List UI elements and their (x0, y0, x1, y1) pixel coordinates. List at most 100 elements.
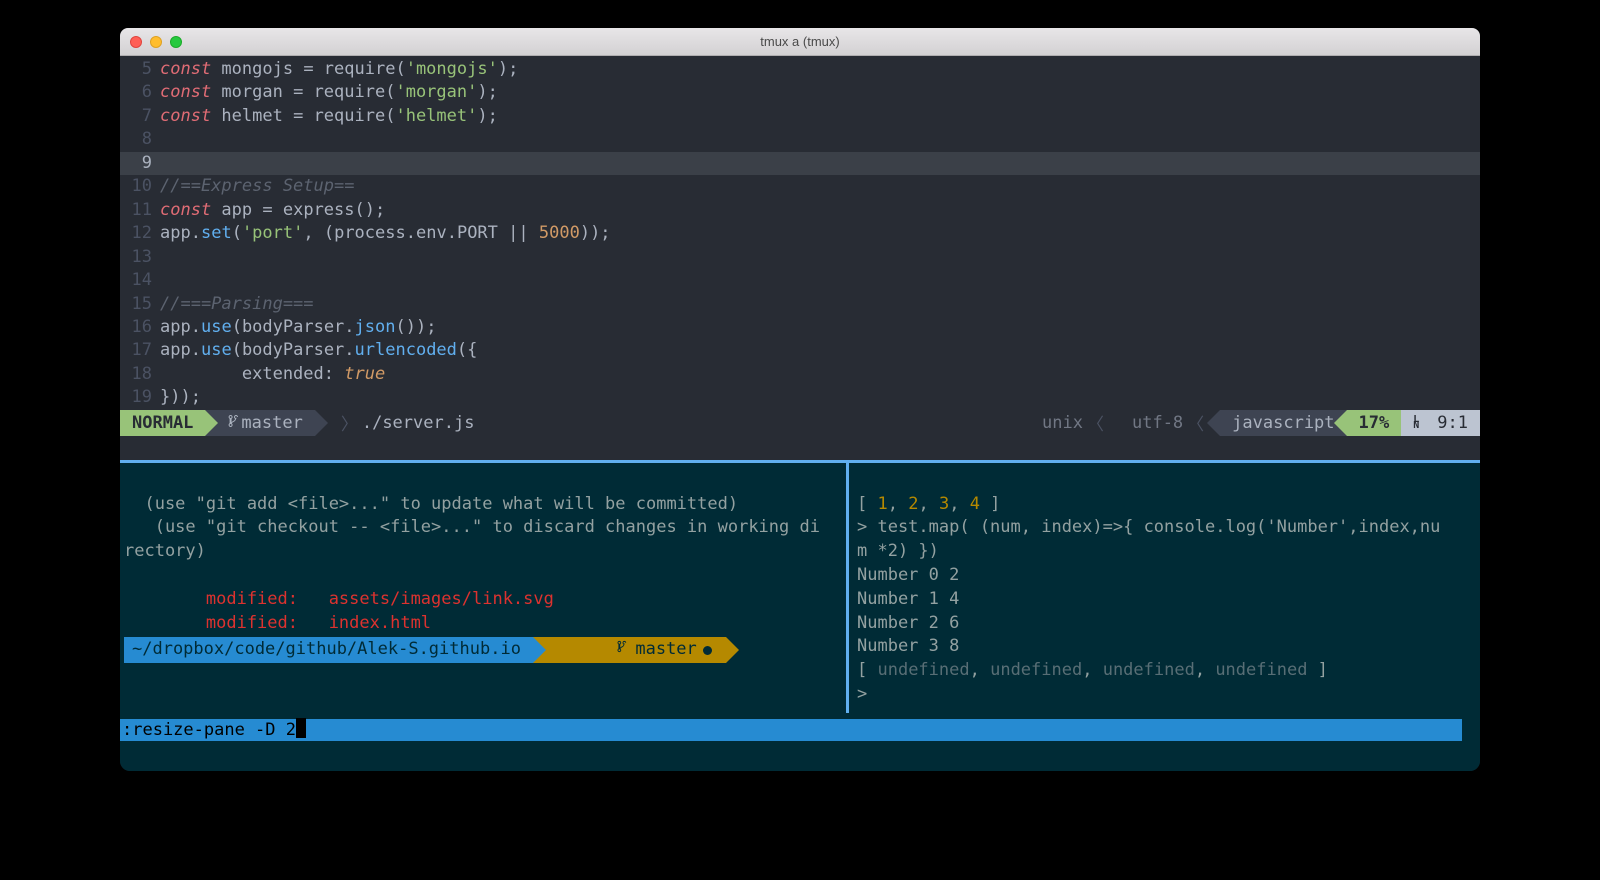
repl-output: [ undefined, undefined, undefined, undef… (857, 660, 1328, 680)
repl-output: Number 1 4 (857, 589, 959, 609)
line-number: 11 (120, 199, 160, 222)
line-number: 6 (120, 81, 160, 104)
line-number: 14 (120, 269, 160, 292)
line-number: 18 (120, 363, 160, 386)
code-line[interactable]: 8 (120, 128, 1480, 151)
separator-icon: 〈 (1183, 410, 1208, 435)
code-content[interactable] (160, 128, 1480, 151)
line-number: 19 (120, 386, 160, 409)
code-line[interactable]: 6const morgan = require('morgan'); (120, 81, 1480, 104)
vim-branch-seg: master (205, 410, 314, 436)
dirty-indicator-icon (703, 646, 712, 655)
repl-output: Number 0 2 (857, 565, 959, 585)
vim-position-seg: LN 9:1 (1401, 410, 1480, 436)
terminal-body[interactable]: 5const mongojs = require('mongojs');6con… (120, 56, 1480, 460)
vim-position-text: 9:1 (1437, 413, 1468, 433)
vim-statusline: NORMAL master 〉 ./server.js unix 〈 utf-8… (120, 410, 1480, 436)
branch-icon (227, 413, 241, 434)
code-content[interactable]: })); (160, 386, 1480, 409)
tmux-command-input[interactable]: :resize-pane -D 2 (120, 719, 1462, 741)
bottom-panes: (use "git add <file>..." to update what … (120, 463, 1480, 713)
repl-output: [ 1, 2, 3, 4 ] (857, 494, 1000, 514)
line-number: 7 (120, 105, 160, 128)
code-line[interactable]: 15//===Parsing=== (120, 293, 1480, 316)
vim-encoding: utf-8 〈 (1120, 410, 1220, 436)
line-number: 8 (120, 128, 160, 151)
editor-pane[interactable]: 5const mongojs = require('mongojs');6con… (120, 56, 1480, 410)
vim-fileformat: unix 〈 (1030, 410, 1120, 436)
repl-prompt[interactable]: > (857, 684, 867, 704)
git-hint-line: (use "git add <file>..." to update what … (124, 494, 738, 514)
terminal-window: tmux a (tmux) 5const mongojs = require('… (120, 28, 1480, 771)
line-number: 10 (120, 175, 160, 198)
line-number-icon: LN (1413, 417, 1417, 428)
code-content[interactable]: const mongojs = require('mongojs'); (160, 58, 1480, 81)
code-content[interactable] (160, 269, 1480, 292)
prompt-branch: master (533, 637, 726, 663)
code-content[interactable]: const morgan = require('morgan'); (160, 81, 1480, 104)
git-modified-line: modified: index.html (124, 613, 431, 633)
vim-encoding-text: utf-8 (1132, 413, 1183, 433)
code-content[interactable]: app.use(bodyParser.json()); (160, 316, 1480, 339)
shell-prompt[interactable]: ~/dropbox/code/github/Alek-S.github.io m… (124, 637, 846, 663)
prompt-branch-text: master (635, 638, 696, 662)
terminal-padding (120, 745, 1480, 771)
code-line[interactable]: 9 (120, 152, 1480, 175)
code-content[interactable]: const app = express(); (160, 199, 1480, 222)
code-line[interactable]: 18 extended: true (120, 363, 1480, 386)
separator-icon: 〈 (1083, 410, 1108, 435)
code-content[interactable]: //==Express Setup== (160, 175, 1480, 198)
git-hint-line: rectory) (124, 541, 206, 561)
repl-input-line: > test.map( (num, index)=>{ console.log(… (857, 517, 1440, 537)
code-content[interactable]: app.set('port', (process.env.PORT || 500… (160, 222, 1480, 245)
prompt-path-text: ~/dropbox/code/github/Alek-S.github.io (132, 638, 521, 662)
code-line[interactable]: 16app.use(bodyParser.json()); (120, 316, 1480, 339)
git-modified-line: modified: assets/images/link.svg (124, 589, 554, 609)
code-content[interactable]: const helmet = require('helmet'); (160, 105, 1480, 128)
tmux-command-area[interactable]: :resize-pane -D 2 (120, 713, 1480, 745)
vim-mode: NORMAL (120, 410, 205, 436)
code-content[interactable]: extended: true (160, 363, 1480, 386)
code-line[interactable]: 17app.use(bodyParser.urlencoded({ (120, 339, 1480, 362)
git-hint-line: (use "git checkout -- <file>..." to disc… (124, 517, 820, 537)
code-line[interactable]: 7const helmet = require('helmet'); (120, 105, 1480, 128)
code-line[interactable]: 13 (120, 246, 1480, 269)
cursor-icon (296, 718, 306, 738)
line-number: 5 (120, 58, 160, 81)
code-line[interactable]: 11const app = express(); (120, 199, 1480, 222)
line-number: 13 (120, 246, 160, 269)
code-line[interactable]: 19})); (120, 386, 1480, 409)
window-title: tmux a (tmux) (120, 34, 1480, 49)
vim-filename-text: ./server.js (362, 413, 475, 433)
line-number: 9 (120, 152, 160, 175)
code-line[interactable]: 12app.set('port', (process.env.PORT || 5… (120, 222, 1480, 245)
vim-fileformat-text: unix (1042, 413, 1083, 433)
code-content[interactable]: app.use(bodyParser.urlencoded({ (160, 339, 1480, 362)
code-content[interactable] (160, 152, 1480, 175)
vim-file-arrow (486, 410, 494, 436)
vim-branch-name: master (241, 413, 302, 433)
prompt-path: ~/dropbox/code/github/Alek-S.github.io (124, 637, 533, 663)
vim-percent: 17% (1347, 410, 1402, 436)
code-line[interactable]: 14 (120, 269, 1480, 292)
code-content[interactable]: //===Parsing=== (160, 293, 1480, 316)
code-line[interactable]: 10//==Express Setup== (120, 175, 1480, 198)
repl-output: Number 2 6 (857, 613, 959, 633)
titlebar: tmux a (tmux) (120, 28, 1480, 56)
vim-cmdline[interactable] (120, 436, 1480, 460)
node-repl-pane[interactable]: [ 1, 2, 3, 4 ] > test.map( (num, index)=… (846, 463, 1480, 713)
branch-icon (555, 615, 629, 686)
git-status-pane[interactable]: (use "git add <file>..." to update what … (120, 463, 846, 713)
code-line[interactable]: 5const mongojs = require('mongojs'); (120, 58, 1480, 81)
line-number: 12 (120, 222, 160, 245)
tmux-command-text: :resize-pane -D 2 (122, 720, 296, 740)
vim-filename: 〉 ./server.js (315, 410, 487, 436)
code-content[interactable] (160, 246, 1480, 269)
separator-icon: 〉 (337, 410, 362, 435)
line-number: 15 (120, 293, 160, 316)
line-number: 17 (120, 339, 160, 362)
repl-output: Number 3 8 (857, 636, 959, 656)
vim-filetype: javascript (1220, 410, 1346, 436)
airline-spacer (494, 410, 1030, 436)
repl-input-line: m *2) }) (857, 541, 939, 561)
